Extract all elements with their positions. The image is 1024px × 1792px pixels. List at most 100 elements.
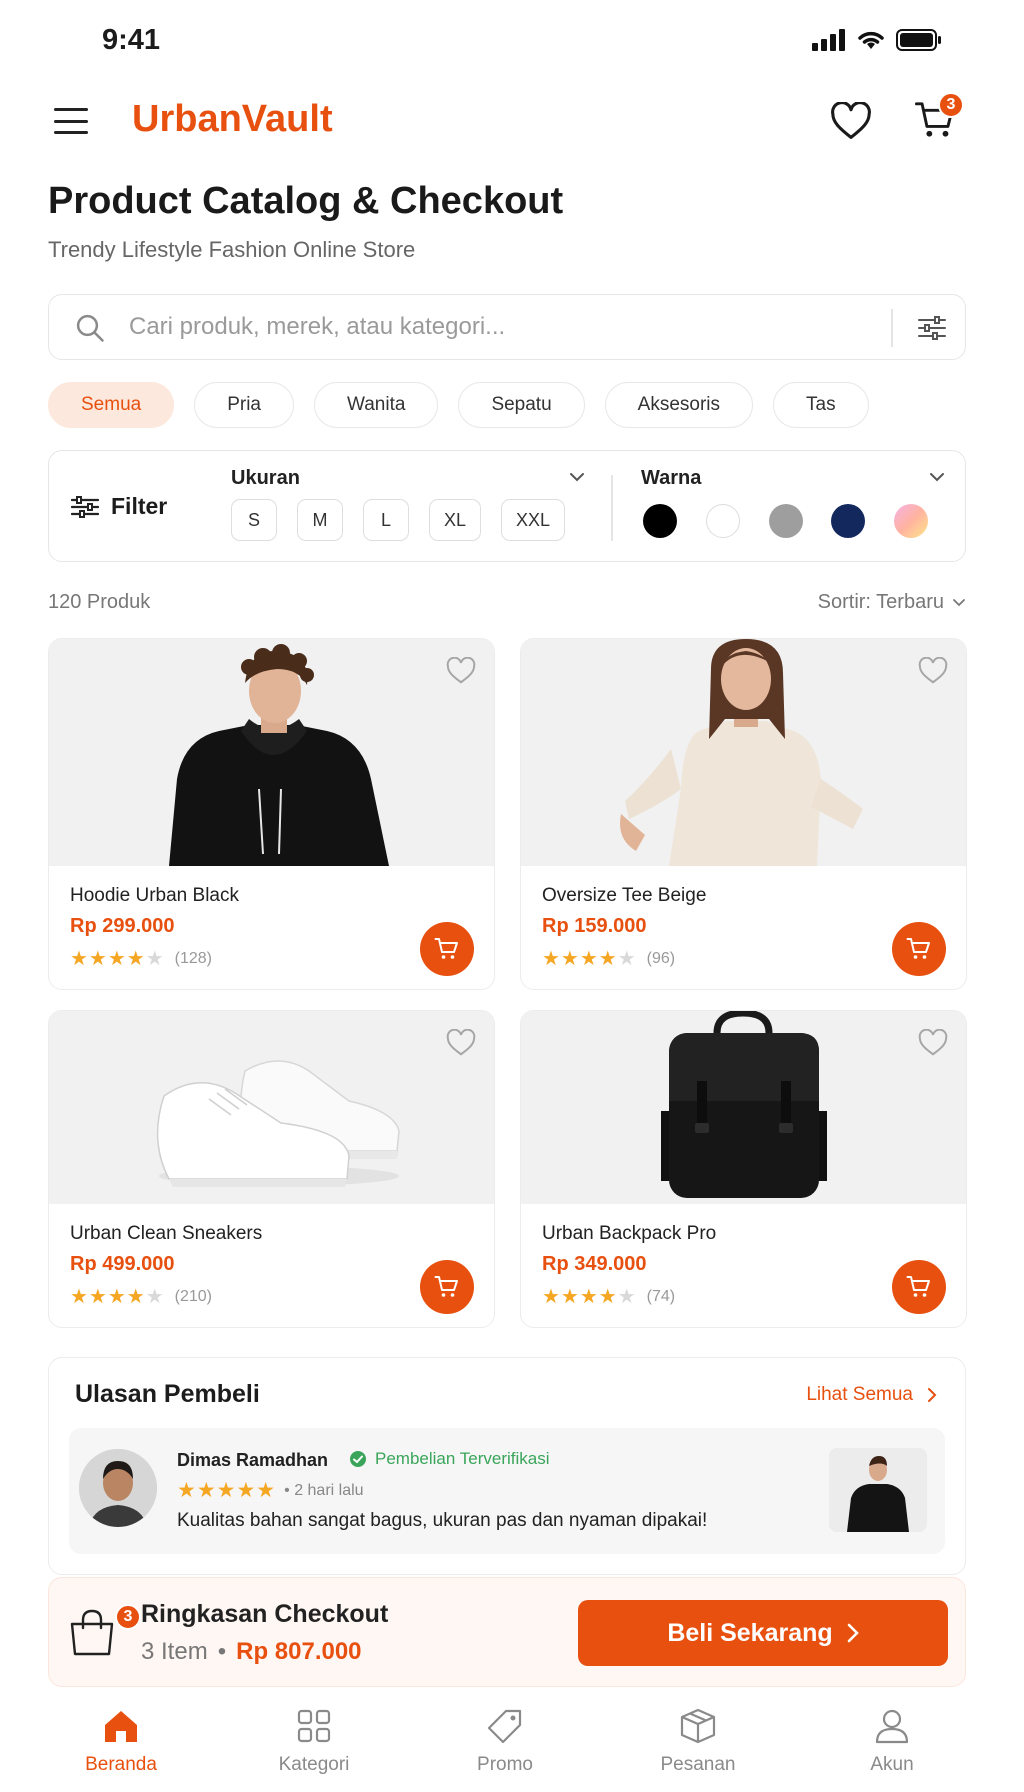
add-to-cart-button[interactable] <box>892 922 946 976</box>
checkout-summary: 3 Ringkasan Checkout 3 Item • Rp 807.000… <box>48 1577 966 1687</box>
heart-icon[interactable] <box>446 1029 476 1057</box>
product-image-hoodie <box>49 639 494 866</box>
see-all-link[interactable]: Lihat Semua <box>806 1384 937 1406</box>
brand-logo[interactable]: UrbanVault <box>132 98 333 141</box>
buy-now-button[interactable]: Beli Sekarang <box>578 1600 948 1666</box>
cart-icon <box>434 1276 458 1297</box>
tag-icon <box>487 1709 522 1744</box>
product-price: Rp 299.000 <box>70 915 175 937</box>
review-count: (96) <box>646 949 676 967</box>
check-circle-icon <box>350 1451 366 1467</box>
size-m[interactable]: M <box>297 499 343 541</box>
swatch-black[interactable] <box>643 504 677 538</box>
nav-beranda[interactable]: Beranda <box>46 1708 196 1776</box>
reviews-title: Ulasan Pembeli <box>75 1380 260 1408</box>
signal-icon <box>812 29 845 51</box>
nav-akun[interactable]: Akun <box>817 1708 967 1776</box>
chip-pria[interactable]: Pria <box>194 382 294 428</box>
product-image-sneakers <box>49 1011 494 1204</box>
chip-tas[interactable]: Tas <box>773 382 869 428</box>
chip-wanita[interactable]: Wanita <box>314 382 439 428</box>
product-card[interactable]: Urban Backpack Pro Rp 349.000 ★★★★★ (74) <box>520 1010 967 1328</box>
sliders-icon[interactable] <box>917 315 947 341</box>
swatch-gray[interactable] <box>769 504 803 538</box>
sort-dropdown[interactable]: Sortir: Terbaru <box>818 591 966 614</box>
size-title: Ukuran <box>231 467 300 489</box>
size-options: S M L XL XXL <box>231 499 566 541</box>
wishlist-button[interactable] <box>830 101 872 145</box>
size-l[interactable]: L <box>363 499 409 541</box>
cart-button[interactable]: 3 <box>914 92 964 145</box>
add-to-cart-button[interactable] <box>892 1260 946 1314</box>
nav-label: Beranda <box>85 1754 157 1775</box>
size-xl[interactable]: XL <box>429 499 482 541</box>
product-rating: ★★★★★ (210) <box>70 1284 212 1309</box>
page-subtitle: Trendy Lifestyle Fashion Online Store <box>48 237 416 262</box>
product-price: Rp 499.000 <box>70 1253 175 1275</box>
search-icon <box>76 314 104 342</box>
product-name: Oversize Tee Beige <box>542 885 707 906</box>
menu-button[interactable] <box>54 108 88 134</box>
review-time: • 2 hari lalu <box>284 1481 364 1499</box>
product-count: 120 Produk <box>48 591 151 613</box>
nav-kategori[interactable]: Kategori <box>239 1708 389 1776</box>
rating-stars: ★★★★★ <box>542 948 637 970</box>
filter-button[interactable]: Filter <box>71 493 167 520</box>
search-bar <box>48 294 966 360</box>
swatch-navy[interactable] <box>831 504 865 538</box>
product-name: Hoodie Urban Black <box>70 885 239 906</box>
heart-icon[interactable] <box>446 657 476 685</box>
checkout-total: Rp 807.000 <box>236 1638 362 1665</box>
wifi-icon <box>858 31 884 49</box>
search-divider <box>891 309 893 347</box>
checkout-items: 3 Item <box>141 1638 208 1665</box>
heart-icon[interactable] <box>918 1029 948 1057</box>
grid-icon <box>297 1709 331 1743</box>
battery-icon <box>896 29 941 51</box>
product-card[interactable]: Hoodie Urban Black Rp 299.000 ★★★★★ (128… <box>48 638 495 990</box>
product-image-tee <box>521 639 966 866</box>
add-to-cart-button[interactable] <box>420 922 474 976</box>
size-xxl[interactable]: XXL <box>501 499 566 541</box>
product-card[interactable]: Oversize Tee Beige Rp 159.000 ★★★★★ (96) <box>520 638 967 990</box>
review-count: (128) <box>174 949 213 967</box>
swatch-white[interactable] <box>706 504 740 538</box>
rating-stars: ★★★★★ <box>177 1479 277 1502</box>
review-photo[interactable] <box>829 1448 927 1532</box>
chip-semua[interactable]: Semua <box>48 382 175 428</box>
search-input[interactable] <box>129 305 829 349</box>
product-price: Rp 349.000 <box>542 1253 647 1275</box>
bag-count-badge: 3 <box>115 1604 141 1630</box>
review-count: (210) <box>174 1287 213 1305</box>
size-s[interactable]: S <box>231 499 277 541</box>
color-title: Warna <box>641 467 702 489</box>
review-text: Kualitas bahan sangat bagus, ukuran pas … <box>177 1510 708 1531</box>
status-icons <box>812 28 942 52</box>
product-card[interactable]: Urban Clean Sneakers Rp 499.000 ★★★★★ (2… <box>48 1010 495 1328</box>
bag-button[interactable]: 3 <box>67 1604 141 1661</box>
nav-label: Kategori <box>278 1754 350 1775</box>
add-to-cart-button[interactable] <box>420 1260 474 1314</box>
product-price: Rp 159.000 <box>542 915 647 937</box>
verified-label: Pembelian Terverifikasi <box>375 1449 550 1468</box>
chip-sepatu[interactable]: Sepatu <box>458 382 585 428</box>
avatar <box>79 1449 157 1527</box>
chevron-down-icon[interactable] <box>929 471 945 483</box>
nav-pesanan[interactable]: Pesanan <box>623 1708 773 1776</box>
chip-aksesoris[interactable]: Aksesoris <box>604 382 754 428</box>
nav-label: Pesanan <box>660 1754 736 1775</box>
category-chips: Semua Pria Wanita Sepatu Aksesoris Tas <box>48 382 869 428</box>
buy-now-label: Beli Sekarang <box>667 1618 833 1647</box>
product-name: Urban Clean Sneakers <box>70 1223 263 1244</box>
chevron-right-icon <box>847 1623 859 1643</box>
checkout-separator: • <box>217 1638 227 1665</box>
nav-promo[interactable]: Promo <box>430 1708 580 1776</box>
swatch-gradient[interactable] <box>894 504 928 538</box>
heart-icon[interactable] <box>918 657 948 685</box>
review-card: Dimas Ramadhan Pembelian Terverifikasi ★… <box>69 1428 945 1554</box>
product-rating: ★★★★★ (96) <box>542 946 675 971</box>
chevron-down-icon[interactable] <box>569 471 585 483</box>
reviews-section: Ulasan Pembeli Lihat Semua Dimas Ramadha… <box>48 1357 966 1575</box>
product-rating: ★★★★★ (128) <box>70 946 212 971</box>
review-count: (74) <box>646 1287 676 1305</box>
